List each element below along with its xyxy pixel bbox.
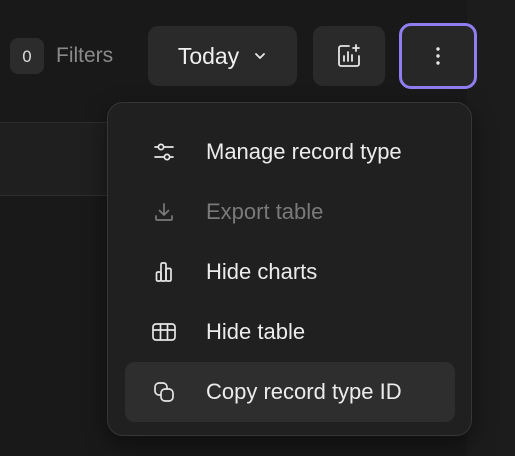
app-stage: 0 Filters Today Manage record type Expor… — [0, 0, 515, 456]
menu-item-export-table[interactable]: Export table — [125, 182, 455, 242]
filter-count-badge: 0 — [10, 38, 44, 74]
more-options-menu: Manage record type Export table Hide cha… — [107, 102, 472, 436]
download-icon — [151, 199, 177, 225]
copy-icon — [151, 379, 177, 405]
date-range-button[interactable]: Today — [148, 26, 297, 86]
menu-item-manage-record-type[interactable]: Manage record type — [125, 122, 455, 182]
more-options-button[interactable] — [399, 23, 477, 89]
menu-item-label: Copy record type ID — [206, 379, 402, 404]
table-icon — [151, 319, 177, 345]
filters-control[interactable]: 0 Filters — [10, 38, 113, 74]
add-chart-button[interactable] — [313, 26, 385, 86]
menu-item-label: Hide table — [206, 319, 306, 344]
sliders-icon — [151, 139, 177, 165]
menu-item-label: Export table — [206, 199, 324, 224]
menu-item-hide-table[interactable]: Hide table — [125, 302, 455, 362]
menu-item-label: Manage record type — [206, 139, 402, 164]
menu-item-copy-record-type-id[interactable]: Copy record type ID — [125, 362, 455, 422]
chevron-down-icon — [253, 49, 267, 63]
more-vertical-icon — [435, 46, 441, 66]
menu-item-label: Hide charts — [206, 259, 318, 284]
background-table-header — [0, 122, 112, 196]
chart-add-icon — [336, 43, 362, 69]
date-range-label: Today — [177, 42, 240, 69]
bar-chart-icon — [151, 259, 177, 285]
filters-label: Filters — [56, 44, 114, 67]
menu-item-hide-charts[interactable]: Hide charts — [125, 242, 455, 302]
